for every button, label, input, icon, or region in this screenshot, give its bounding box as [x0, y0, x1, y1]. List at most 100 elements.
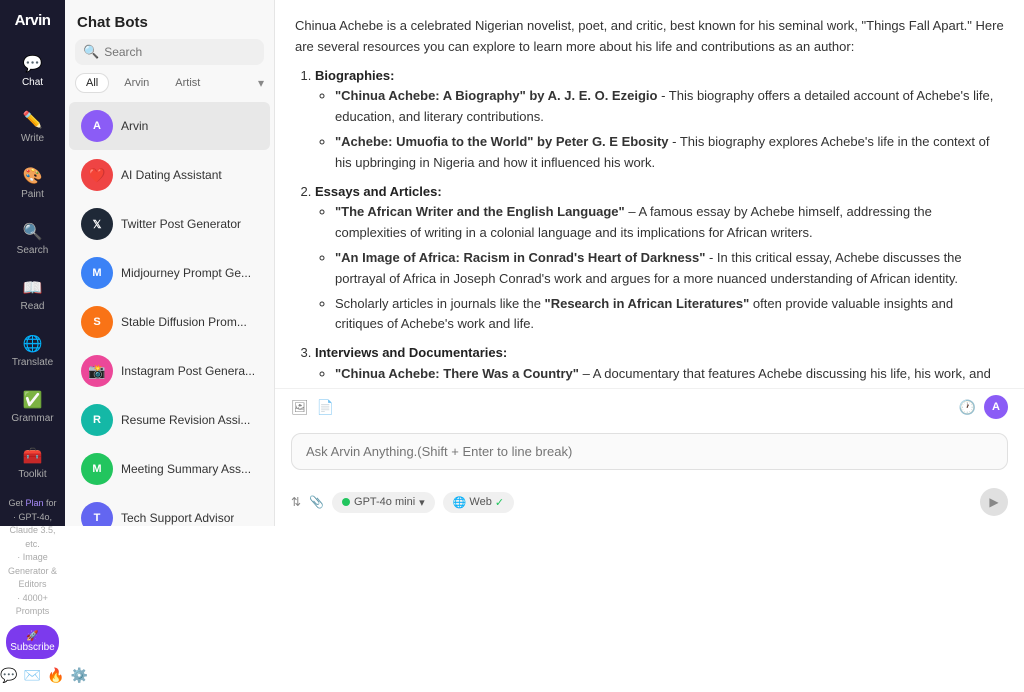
bot-name-twitter: Twitter Post Generator [121, 217, 241, 231]
bot-avatar-arvin: A [81, 110, 113, 142]
bot-avatar-ai-dating: ❤️ [81, 159, 113, 191]
list-item: "The African Writer and the English Lang… [335, 202, 1004, 244]
bold-text: "Chinua Achebe: There Was a Country" [335, 366, 579, 381]
fire-icon: 🔥 [47, 667, 64, 684]
bot-avatar-stable-diffusion: S [81, 306, 113, 338]
bot-name-tech-support: Tech Support Advisor [121, 511, 234, 525]
bot-item-stable-diffusion[interactable]: S Stable Diffusion Prom... [69, 298, 270, 346]
chevron-down-icon: ▾ [419, 496, 425, 509]
section-interviews-title: Interviews and Documentaries: [315, 345, 507, 360]
nav-item-chat[interactable]: 💬 Chat [0, 46, 65, 96]
section-biographies: Biographies: "Chinua Achebe: A Biography… [315, 66, 1004, 174]
filter-tabs: All Arvin Artist ▾ [65, 73, 274, 101]
list-item: "An Image of Africa: Racism in Conrad's … [335, 248, 1004, 290]
send-button[interactable]: ▶ [980, 488, 1008, 516]
search-box[interactable]: 🔍 [75, 39, 264, 65]
model-name: GPT-4o mini [354, 496, 415, 508]
bot-item-resume[interactable]: R Resume Revision Assi... [69, 396, 270, 444]
read-icon: 📖 [23, 278, 43, 298]
list-item: "Chinua Achebe: There Was a Country" – A… [335, 364, 1004, 388]
web-badge[interactable]: 🌐 Web ✓ [443, 492, 514, 513]
model-status-dot [342, 498, 350, 506]
nav-item-read[interactable]: 📖 Read [0, 270, 65, 320]
bottom-icons: 🔔 💬 ✉️ 🔥 ⚙️ [6, 667, 59, 684]
bot-list: A Arvin ❤️ AI Dating Assistant 𝕏 Twitter… [65, 101, 274, 526]
bold-text: "Chinua Achebe: A Biography" by A. J. E.… [335, 88, 657, 103]
main-content: Chinua Achebe is a celebrated Nigerian n… [275, 0, 1024, 526]
write-icon: ✏️ [23, 110, 43, 130]
translate-icon: 🌐 [23, 334, 43, 354]
user-icon: A [984, 395, 1008, 419]
bot-item-arvin[interactable]: A Arvin [69, 102, 270, 150]
bot-item-instagram[interactable]: 📸 Instagram Post Genera... [69, 347, 270, 395]
bot-item-ai-dating[interactable]: ❤️ AI Dating Assistant [69, 151, 270, 199]
list-item: "Achebe: Umuofia to the World" by Peter … [335, 132, 1004, 174]
left-sidebar: Arvin 💬 Chat ✏️ Write 🎨 Paint 🔍 Search 📖… [0, 0, 65, 526]
filter-more-icon[interactable]: ▾ [258, 76, 264, 90]
chat-bubble-icon[interactable]: 💬 [0, 667, 17, 684]
app-logo: Arvin [15, 12, 51, 29]
chat-input[interactable] [291, 433, 1008, 470]
middle-sidebar: Chat Bots 🔍 All Arvin Artist ▾ A Arvin ❤… [65, 0, 275, 526]
nav-items: 💬 Chat ✏️ Write 🎨 Paint 🔍 Search 📖 Read … [0, 45, 65, 489]
bot-avatar-instagram: 📸 [81, 355, 113, 387]
list-item: Scholarly articles in journals like the … [335, 294, 1004, 336]
bot-name-midjourney: Midjourney Prompt Ge... [121, 266, 251, 280]
bot-item-meeting[interactable]: M Meeting Summary Ass... [69, 445, 270, 493]
search-input[interactable] [104, 45, 256, 59]
chat-sections-list: Biographies: "Chinua Achebe: A Biography… [295, 66, 1004, 388]
bot-avatar-midjourney: M [81, 257, 113, 289]
section-interviews: Interviews and Documentaries: "Chinua Ac… [315, 343, 1004, 388]
bot-item-twitter[interactable]: 𝕏 Twitter Post Generator [69, 200, 270, 248]
plan-info: Get Plan for · GPT-4o, Claude 3.5, etc. … [6, 497, 59, 619]
bold-text: "Achebe: Umuofia to the World" by Peter … [335, 134, 669, 149]
bot-item-tech-support[interactable]: T Tech Support Advisor [69, 494, 270, 526]
bold-text: "Research in African Literatures" [545, 296, 750, 311]
clock-icon[interactable]: 🕐 [959, 399, 976, 416]
sidebar-bottom: Get Plan for · GPT-4o, Claude 3.5, etc. … [0, 489, 65, 692]
toolkit-icon: 🧰 [23, 446, 43, 466]
nav-label-grammar: Grammar [11, 413, 53, 424]
filter-tab-all[interactable]: All [75, 73, 109, 93]
bot-name-meeting: Meeting Summary Ass... [121, 462, 251, 476]
section-essays: Essays and Articles: "The African Writer… [315, 182, 1004, 336]
chat-bottom-bar: ⇅ 📎 GPT-4o mini ▾ 🌐 Web ✓ ▶ [275, 482, 1024, 526]
section-essays-title: Essays and Articles: [315, 184, 442, 199]
plan-feature-1: · GPT-4o, Claude 3.5, etc. [9, 512, 55, 549]
section-title: Chat Bots [65, 0, 274, 39]
nav-label-toolkit: Toolkit [18, 469, 46, 480]
nav-item-search[interactable]: 🔍 Search [0, 214, 65, 264]
nav-item-paint[interactable]: 🎨 Paint [0, 158, 65, 208]
filter-tab-arvin[interactable]: Arvin [113, 73, 160, 93]
chat-input-area [275, 425, 1024, 482]
attachment-icon[interactable]: 📎 [309, 495, 324, 509]
nav-label-chat: Chat [22, 77, 43, 88]
mail-icon[interactable]: ✉️ [24, 667, 41, 684]
nav-item-translate[interactable]: 🌐 Translate [0, 326, 65, 376]
subscribe-button[interactable]: 🚀 Subscribe [6, 625, 59, 659]
bot-avatar-meeting: M [81, 453, 113, 485]
bot-name-resume: Resume Revision Assi... [121, 413, 250, 427]
chat-icon: 💬 [23, 54, 43, 74]
code-icon[interactable]: 📄 [317, 399, 334, 416]
expand-icon[interactable]: ⇅ [291, 495, 301, 509]
bot-name-arvin: Arvin [121, 119, 148, 133]
nav-item-grammar[interactable]: ✅ Grammar [0, 382, 65, 432]
nav-label-read: Read [21, 301, 45, 312]
settings-icon[interactable]: ⚙️ [71, 667, 88, 684]
image-icon[interactable]: 🖼 [291, 399, 309, 416]
bold-text: "An Image of Africa: Racism in Conrad's … [335, 250, 705, 265]
bold-text: "The African Writer and the English Lang… [335, 204, 625, 219]
model-selector[interactable]: GPT-4o mini ▾ [332, 492, 435, 513]
nav-label-translate: Translate [12, 357, 53, 368]
section-biographies-title: Biographies: [315, 68, 394, 83]
search-nav-icon: 🔍 [23, 222, 43, 242]
web-label: Web [469, 496, 491, 508]
paint-icon: 🎨 [23, 166, 43, 186]
nav-item-write[interactable]: ✏️ Write [0, 102, 65, 152]
nav-item-toolkit[interactable]: 🧰 Toolkit [0, 438, 65, 488]
nav-label-search: Search [17, 245, 49, 256]
bot-avatar-resume: R [81, 404, 113, 436]
filter-tab-artist[interactable]: Artist [164, 73, 211, 93]
bot-item-midjourney[interactable]: M Midjourney Prompt Ge... [69, 249, 270, 297]
